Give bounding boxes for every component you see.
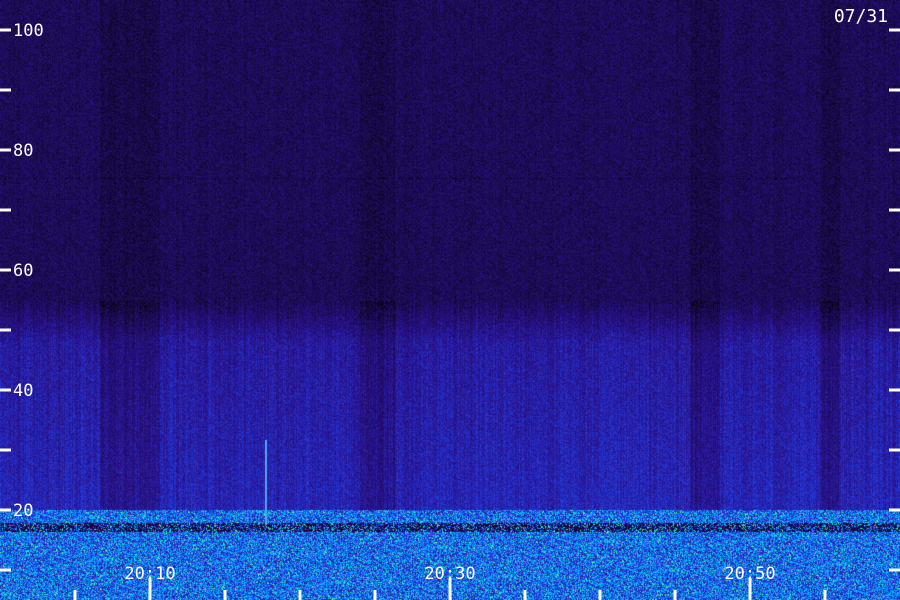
x-tick-label: 20:30 — [424, 564, 475, 584]
x-tick-label: 20:50 — [724, 564, 775, 584]
axes-overlay: 20 40 60 80 100 20:10 20:30 20:50 — [0, 21, 900, 600]
y-tick-label: 80 — [13, 141, 33, 161]
y-tick-label: 60 — [13, 261, 33, 281]
y-tick-label: 20 — [13, 501, 33, 521]
y-tick-label: 100 — [13, 21, 44, 41]
x-tick-label: 20:10 — [124, 564, 175, 584]
y-tick-label: 40 — [13, 381, 33, 401]
